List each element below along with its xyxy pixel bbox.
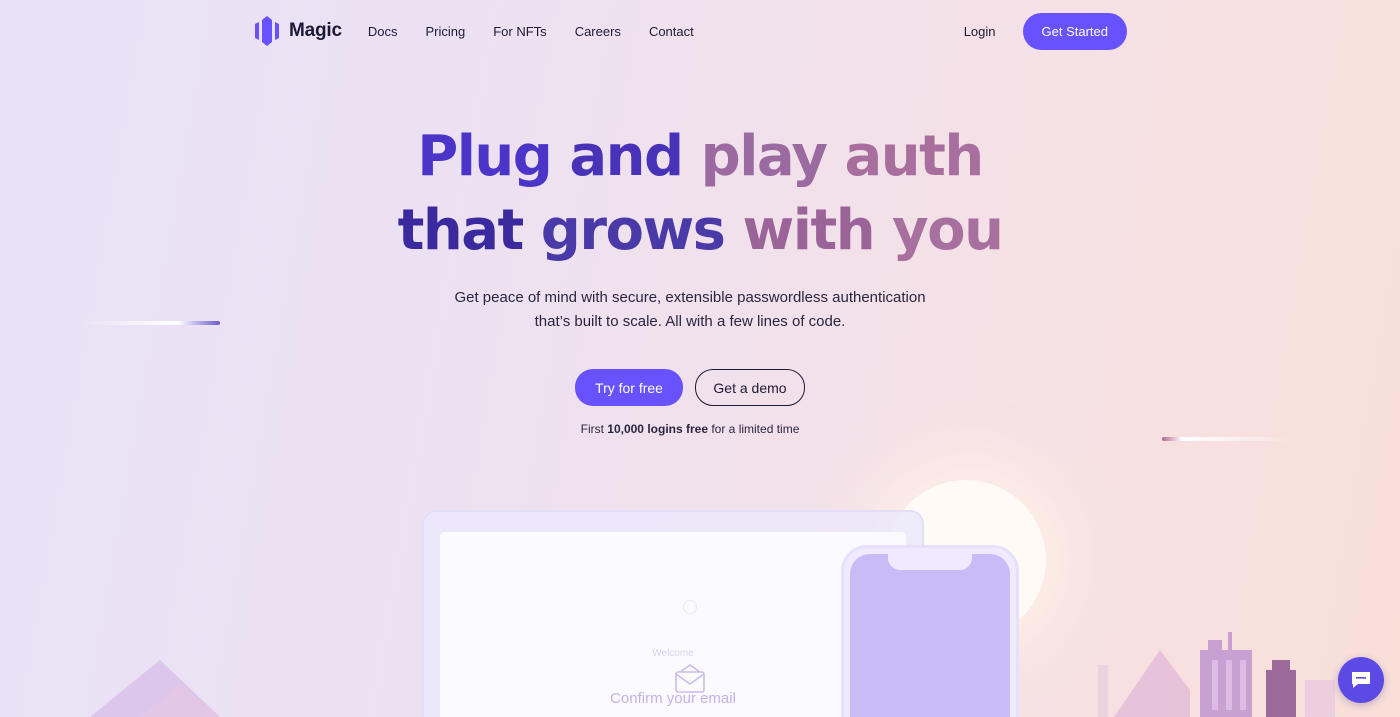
magic-logo-icon <box>255 16 279 46</box>
title-word: Plug <box>417 124 553 189</box>
brand-name: Magic <box>289 20 342 41</box>
nav-link-careers[interactable]: Careers <box>575 24 621 39</box>
hero-title-line-1: Plug and play auth <box>0 120 1400 194</box>
laptop-screen: Welcome Confirm your email <box>440 532 906 717</box>
welcome-text: Welcome <box>652 648 694 659</box>
free-logins-note: First 10,000 logins free for a limited t… <box>0 422 1380 436</box>
get-started-button[interactable]: Get Started <box>1022 12 1127 50</box>
title-word: grows <box>540 198 726 263</box>
title-word: and <box>569 124 684 189</box>
nav-link-docs[interactable]: Docs <box>368 24 398 39</box>
phone-illustration <box>841 545 1019 717</box>
chat-widget-button[interactable] <box>1338 657 1384 703</box>
title-word: that <box>397 198 525 263</box>
chat-bubble-icon <box>1352 672 1370 688</box>
hero-title: Plug and play auth that grows with you <box>0 120 1400 268</box>
nav-links: Docs Pricing For NFTs Careers Contact <box>368 24 694 39</box>
shooting-star-left <box>80 321 220 325</box>
login-link[interactable]: Login <box>964 24 996 39</box>
title-word: auth <box>844 124 985 189</box>
note-suffix: for a limited time <box>711 422 800 436</box>
hero-cta-row: Try for free Get a demo <box>0 369 1400 406</box>
phone-screen <box>850 554 1010 717</box>
nav-link-contact[interactable]: Contact <box>649 24 694 39</box>
note-emphasis: 10,000 logins free <box>607 422 708 436</box>
top-navbar: Magic Docs Pricing For NFTs Careers Cont… <box>253 12 1127 50</box>
app-logo-placeholder <box>683 600 697 614</box>
nav-link-pricing[interactable]: Pricing <box>425 24 465 39</box>
try-for-free-button[interactable]: Try for free <box>575 369 683 406</box>
note-prefix: First <box>580 422 604 436</box>
title-word: with <box>742 198 876 263</box>
hero-subtitle: Get peace of mind with secure, extensibl… <box>454 289 926 330</box>
confirm-email-text: Confirm your email <box>610 690 736 707</box>
get-a-demo-button[interactable]: Get a demo <box>695 369 805 406</box>
title-word: you <box>892 198 1004 263</box>
nav-actions: Login Get Started <box>964 12 1127 50</box>
title-word: play <box>700 124 828 189</box>
nav-link-for-nfts[interactable]: For NFTs <box>493 24 546 39</box>
hero-title-line-2: that grows with you <box>0 194 1400 268</box>
mountain-illustration <box>90 660 220 717</box>
phone-notch <box>888 554 972 570</box>
shooting-star-right <box>1162 437 1297 441</box>
brand-logo[interactable]: Magic <box>253 16 342 46</box>
